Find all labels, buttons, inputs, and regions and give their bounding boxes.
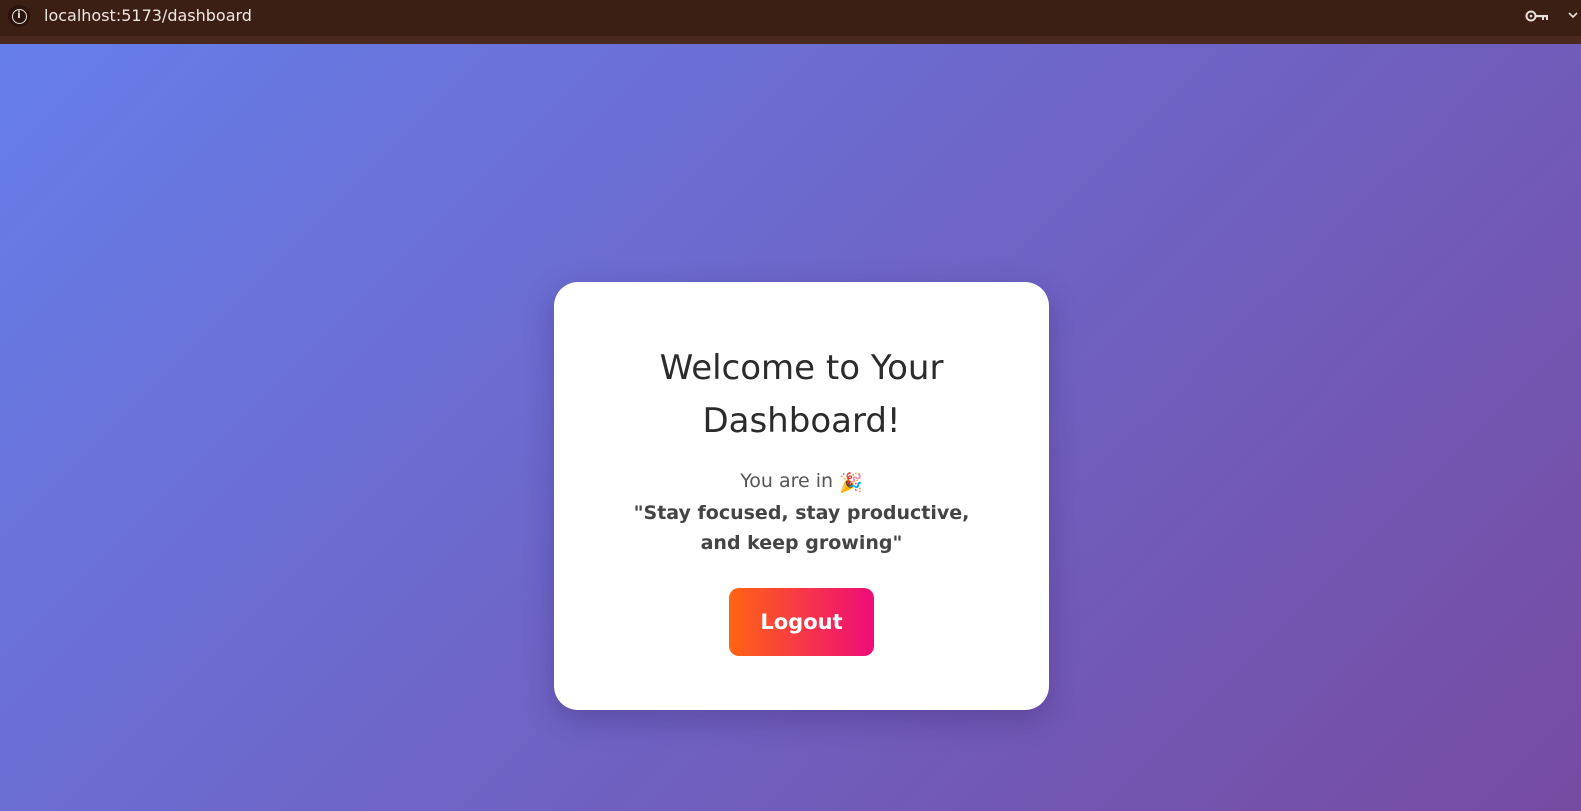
party-popper-icon: 🎉 (839, 472, 863, 494)
chevron-down-icon[interactable] (1567, 10, 1579, 20)
logout-button[interactable]: Logout (729, 588, 874, 656)
key-icon[interactable] (1525, 8, 1551, 24)
info-icon: i (11, 8, 27, 24)
browser-toolbar: i localhost:5173/dashboard (0, 0, 1581, 44)
site-info-button[interactable]: i (8, 5, 30, 27)
dashboard-page: Welcome to Your Dashboard! You are in 🎉 … (0, 44, 1581, 811)
page-title: Welcome to Your Dashboard! (659, 348, 944, 441)
motivational-quote: "Stay focused, stay productive, and keep… (633, 502, 970, 554)
dashboard-card: Welcome to Your Dashboard! You are in 🎉 … (554, 282, 1049, 710)
address-bar-url[interactable]: localhost:5173/dashboard (44, 6, 252, 25)
welcome-message: You are in 🎉 (554, 466, 1049, 498)
welcome-text: You are in (740, 470, 834, 492)
